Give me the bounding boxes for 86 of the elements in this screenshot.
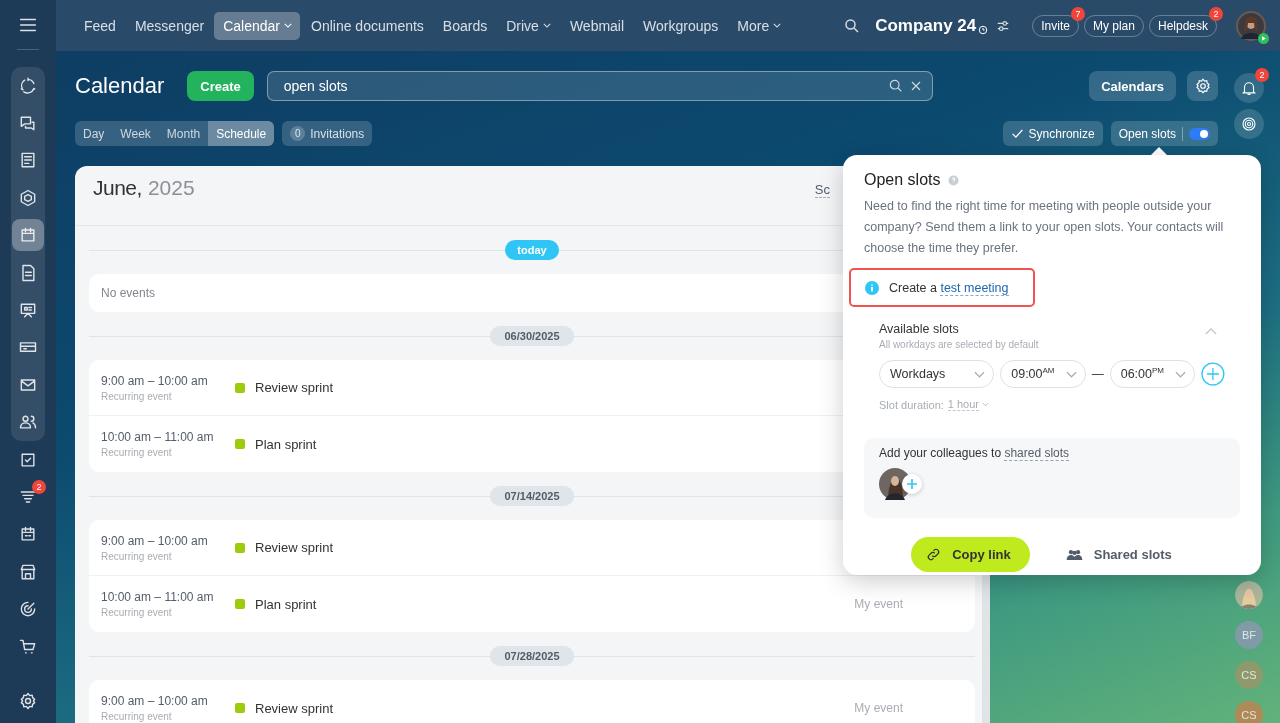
nav-tab[interactable]: Messenger	[125, 11, 213, 40]
search-field[interactable]: open slots	[281, 77, 884, 95]
event-note: Recurring event	[101, 711, 173, 722]
play-icon	[1258, 32, 1269, 44]
popup-description: Need to find the right time for meeting with people outside your company? Send them a link to your open slots. Your contacts will choose the time they prefer.	[864, 198, 1225, 257]
caret-icon	[982, 402, 990, 407]
settings-icon	[1193, 77, 1212, 95]
nav-tab[interactable]: Online documents	[302, 11, 432, 40]
info-icon	[865, 280, 879, 295]
hexagon-icon	[18, 187, 38, 208]
event-note: Recurring event	[101, 447, 173, 458]
nav-tab[interactable]: Feed	[75, 11, 124, 40]
people-icon	[1065, 548, 1083, 561]
check-icon	[1010, 127, 1024, 140]
nav-tab[interactable]: Drive	[497, 11, 559, 40]
company-name: Company 24	[875, 15, 977, 36]
nav-tab[interactable]: Workgroups	[634, 11, 727, 40]
counter-badge: 7	[1070, 6, 1085, 21]
view-tab[interactable]: Schedule	[208, 121, 275, 146]
synchronize-button[interactable]: Synchronize	[1002, 121, 1103, 146]
nav-tab[interactable]: Webmail	[560, 11, 633, 40]
copy-link-button[interactable]: Copy link	[911, 537, 1030, 572]
event-note: Recurring event	[101, 390, 173, 402]
chevron-icon	[974, 370, 986, 378]
event-time: 9:00 am – 10:00 am	[101, 373, 209, 388]
counter-badge: 2	[32, 480, 46, 495]
shared-slots-button[interactable]: Shared slots	[1059, 546, 1178, 563]
event-time: 10:00 am – 11:00 am	[101, 430, 215, 444]
bell-icon	[1240, 79, 1258, 97]
view-tab[interactable]: Month	[158, 121, 209, 146]
date-label: today	[505, 240, 559, 260]
search-bar[interactable]: open slots	[266, 71, 933, 101]
event-time: 10:00 am – 11:00 am	[101, 590, 215, 604]
event-time: 9:00 am – 10:00 am	[101, 694, 209, 708]
event-time: 9:00 am – 10:00 am	[101, 533, 209, 548]
section-title: Available slots	[879, 322, 960, 336]
sliders-icon[interactable]	[996, 18, 1011, 33]
event-title: Review sprint	[255, 380, 334, 395]
event-title: Plan sprint	[255, 436, 317, 452]
date-label: 07/28/2025	[490, 646, 574, 666]
event-title: Review sprint	[255, 540, 334, 555]
presentation-icon	[18, 300, 38, 320]
sidebar-item[interactable]: 2	[12, 478, 44, 516]
nav-tab[interactable]: Boards	[433, 11, 496, 40]
event-title: Review sprint	[255, 700, 334, 716]
range-dash: —	[1091, 367, 1104, 381]
popup-title: Open slots	[864, 171, 941, 189]
year-label: 2025	[147, 176, 195, 200]
event-note: Recurring event	[101, 607, 173, 618]
event-row[interactable]: 10:00 am – 11:00 am Recurring event Plan sprint My event	[89, 576, 975, 632]
view-tab[interactable]: Week	[112, 121, 159, 146]
date-label: 06/30/2025	[490, 326, 574, 346]
dropdown-link[interactable]: Sc	[814, 182, 830, 198]
link-icon	[926, 547, 942, 562]
duration-label: Slot duration:	[879, 398, 944, 411]
chevron-icon	[1065, 370, 1077, 378]
counter-badge: 2	[1209, 6, 1223, 21]
colleagues-text: Add your colleagues to shared slots	[879, 446, 1071, 460]
search-icon[interactable]	[887, 78, 904, 94]
chevron-icon	[1175, 370, 1187, 378]
tip-text: Create a test meeting	[889, 280, 1009, 295]
event-note: Recurring event	[101, 550, 173, 562]
nav-tab[interactable]: More	[728, 11, 790, 40]
settings-button[interactable]	[1187, 71, 1218, 101]
notifications-button[interactable]	[1234, 73, 1264, 103]
view-tab[interactable]: Day	[75, 121, 113, 146]
section-subtitle: All workdays are selected by default	[879, 339, 1040, 350]
month-label: June,	[93, 176, 142, 200]
nav-tab[interactable]: Calendar	[214, 11, 300, 40]
date-label: 07/14/2025	[490, 486, 574, 506]
event-owner: My event	[854, 597, 903, 611]
page-title: Calendar	[75, 73, 165, 99]
calendars-button[interactable]: Calendars	[1089, 71, 1176, 101]
event-row[interactable]: 9:00 am – 10:00 am Recurring event Review sprint My event	[89, 680, 975, 723]
counter-badge: 2	[1255, 68, 1269, 82]
empty-text: No events	[101, 286, 156, 300]
test-meeting-link[interactable]: test meeting	[940, 280, 1009, 296]
event-title: Plan sprint	[255, 596, 317, 612]
toggle-switch[interactable]	[1189, 127, 1210, 140]
settings-icon[interactable]	[18, 691, 38, 711]
shared-slots-link[interactable]: shared slots	[1004, 446, 1070, 461]
clock-icon	[978, 24, 989, 35]
invitations-button[interactable]: 0 Invitations	[282, 121, 373, 146]
event-owner: My event	[854, 701, 903, 715]
add-icon[interactable]	[902, 474, 922, 494]
sidebar-item[interactable]	[12, 219, 44, 252]
